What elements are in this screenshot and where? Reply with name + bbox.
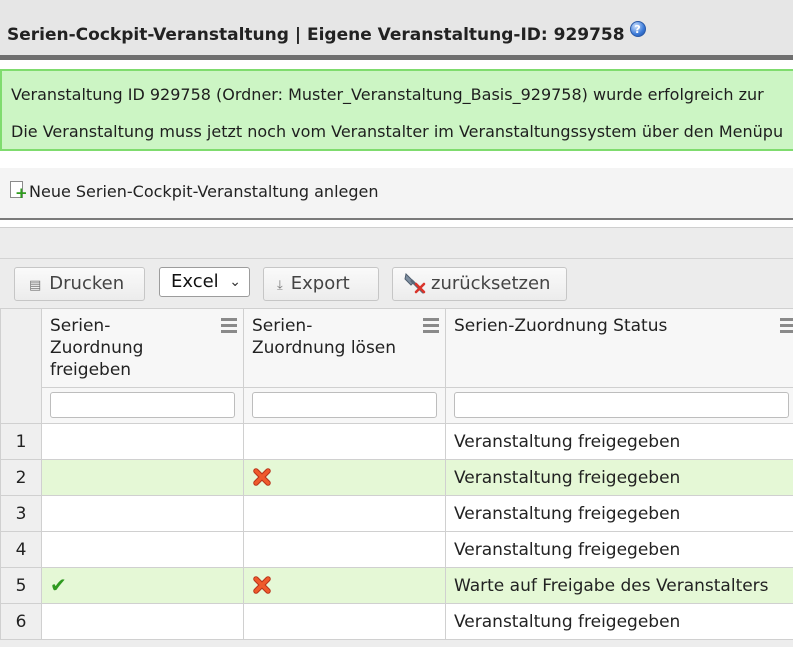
check-icon[interactable]: ✔ xyxy=(50,573,67,597)
cell-status: Veranstaltung freigegeben xyxy=(446,532,793,568)
row-number: 4 xyxy=(1,532,42,568)
cell-status: Warte auf Freigabe des Veranstalters xyxy=(446,568,793,604)
cell-status: Veranstaltung freigegeben xyxy=(446,460,793,496)
export-button[interactable]: ⤓ Export xyxy=(263,267,379,301)
reset-button-label: zurücksetzen xyxy=(431,273,550,294)
page-header: Serien-Cockpit-Veranstaltung | Eigene Ve… xyxy=(0,0,793,60)
data-grid: ▤ Drucken Excel ⌄ ⤓ Export zurücksetzen xyxy=(0,227,793,647)
filter-input-status[interactable] xyxy=(454,392,789,418)
success-message: Veranstaltung ID 929758 (Ordner: Muster_… xyxy=(0,69,793,151)
row-number: 2 xyxy=(1,460,42,496)
column-menu-icon[interactable] xyxy=(221,318,237,336)
cell-freigeben xyxy=(42,532,244,568)
table-row[interactable]: 6 Veranstaltung freigegeben xyxy=(1,604,793,640)
cell-status: Veranstaltung freigegeben xyxy=(446,496,793,532)
column-header-loesen[interactable]: Serien-Zuordnung lösen xyxy=(244,309,446,388)
cell-loesen xyxy=(244,424,446,460)
help-icon[interactable]: ? xyxy=(630,21,646,37)
filter-input-freigeben[interactable] xyxy=(50,392,235,418)
export-format-value: Excel xyxy=(171,271,219,292)
filter-cell xyxy=(42,388,244,424)
header-row: Serien-Zuordnung freigeben Serien-Zuordn… xyxy=(1,309,793,388)
cell-loesen xyxy=(244,604,446,640)
filter-cell xyxy=(244,388,446,424)
cell-loesen[interactable] xyxy=(244,460,446,496)
column-header-label: Serien-Zuordnung lösen xyxy=(252,315,402,359)
column-header-status[interactable]: Serien-Zuordnung Status xyxy=(446,309,793,388)
printer-icon: ▤ xyxy=(29,278,41,293)
cell-freigeben[interactable]: ✔ xyxy=(42,568,244,604)
export-button-label: Export xyxy=(291,273,350,294)
table-row[interactable]: 3 Veranstaltung freigegeben xyxy=(1,496,793,532)
table-body: 1 Veranstaltung freigegeben 2 Veranstaltung… xyxy=(1,424,793,640)
row-number-header xyxy=(1,309,42,424)
remove-x-icon[interactable] xyxy=(252,467,272,487)
column-header-label: Serien-Zuordnung Status xyxy=(454,315,792,337)
broom-reset-icon xyxy=(403,270,427,294)
success-message-line-1: Veranstaltung ID 929758 (Ordner: Muster_… xyxy=(11,85,764,104)
cell-loesen xyxy=(244,496,446,532)
table-row[interactable]: 5 ✔ Warte auf Freigabe des Veranstalters xyxy=(1,568,793,604)
row-number: 3 xyxy=(1,496,42,532)
new-event-link[interactable]: +Neue Serien-Cockpit-Veranstaltung anleg… xyxy=(9,181,379,201)
reset-button[interactable]: zurücksetzen xyxy=(392,267,567,301)
column-header-label: Serien-Zuordnung freigeben xyxy=(50,315,200,381)
new-event-link-label: Neue Serien-Cockpit-Veranstaltung anlege… xyxy=(29,182,379,201)
export-format-select[interactable]: Excel ⌄ xyxy=(159,267,250,297)
page-title: Serien-Cockpit-Veranstaltung | Eigene Ve… xyxy=(7,25,625,45)
cell-freigeben xyxy=(42,460,244,496)
cell-status: Veranstaltung freigegeben xyxy=(446,604,793,640)
success-message-line-2: Die Veranstaltung muss jetzt noch vom Ve… xyxy=(11,122,783,141)
events-table: Serien-Zuordnung freigeben Serien-Zuordn… xyxy=(0,308,793,640)
cell-loesen xyxy=(244,532,446,568)
column-menu-icon[interactable] xyxy=(780,318,793,336)
print-button-label: Drucken xyxy=(49,273,124,294)
table-row[interactable]: 2 Veranstaltung freigegeben xyxy=(1,460,793,496)
row-number: 5 xyxy=(1,568,42,604)
new-event-bar: +Neue Serien-Cockpit-Veranstaltung anleg… xyxy=(0,168,793,220)
cell-freigeben xyxy=(42,496,244,532)
filter-row xyxy=(1,388,793,424)
column-header-freigeben[interactable]: Serien-Zuordnung freigeben xyxy=(42,309,244,388)
cell-loesen[interactable] xyxy=(244,568,446,604)
download-icon: ⤓ xyxy=(277,278,283,293)
filter-cell xyxy=(446,388,793,424)
column-menu-icon[interactable] xyxy=(423,318,439,336)
print-button[interactable]: ▤ Drucken xyxy=(14,267,145,301)
cell-status: Veranstaltung freigegeben xyxy=(446,424,793,460)
cell-freigeben xyxy=(42,604,244,640)
page-title-wrap: Serien-Cockpit-Veranstaltung | Eigene Ve… xyxy=(7,25,646,45)
cell-freigeben xyxy=(42,424,244,460)
grid-top-bar xyxy=(0,228,793,259)
row-number: 6 xyxy=(1,604,42,640)
document-plus-icon: + xyxy=(9,181,25,200)
filter-input-loesen[interactable] xyxy=(252,392,437,418)
row-number: 1 xyxy=(1,424,42,460)
table-row[interactable]: 1 Veranstaltung freigegeben xyxy=(1,424,793,460)
chevron-down-icon: ⌄ xyxy=(229,268,241,296)
grid-toolbar: ▤ Drucken Excel ⌄ ⤓ Export zurücksetzen xyxy=(0,259,793,307)
table-row[interactable]: 4 Veranstaltung freigegeben xyxy=(1,532,793,568)
remove-x-icon[interactable] xyxy=(252,575,272,595)
